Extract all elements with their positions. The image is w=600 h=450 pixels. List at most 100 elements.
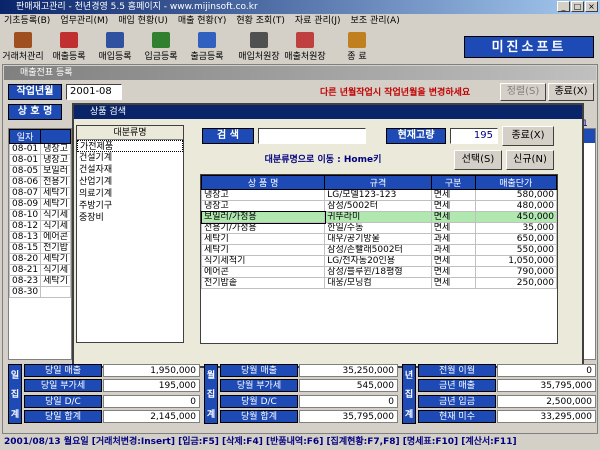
summary-side-label: 일집계 [8, 364, 22, 424]
table-cell: 보일러/가정용 [201, 210, 326, 224]
item-cell: 전기밥 [40, 242, 71, 254]
summary-value: 545,000 [299, 379, 398, 393]
category-item[interactable]: 산업기계 [77, 176, 183, 188]
list-item[interactable]: 08-09 세탁기 [8, 198, 71, 210]
close-window-button[interactable]: 종료(X) [548, 83, 594, 101]
table-cell: 전기밥솥 [201, 277, 326, 289]
select-button[interactable]: 선택(S) [454, 150, 502, 170]
day-cell: 08-13 [8, 231, 42, 243]
date-field[interactable]: 2001-08 [66, 84, 122, 100]
window-title: 매출전표 등록 [4, 66, 596, 80]
toolbar-button[interactable]: 거래처관리 [0, 30, 46, 62]
menu-item[interactable]: 매출 현황(Y) [178, 14, 227, 28]
category-item[interactable]: 주방기구 [77, 200, 183, 212]
summary-value: 35,795,000 [497, 379, 596, 393]
side-char: 월 [206, 371, 216, 382]
table-cell: LG/모델123-123 [324, 189, 432, 201]
day-cell: 08-21 [8, 264, 42, 276]
category-item[interactable]: 건설기계 [77, 152, 183, 164]
table-row[interactable]: 식기세척기 LG/전자동20인용 면세 1,050,000 [201, 255, 557, 267]
toolbar-icon [152, 32, 170, 48]
list-item[interactable]: 08-10 식기세 [8, 209, 71, 221]
table-row[interactable]: 전용기/가정용 한일/수동 면세 35,000 [201, 222, 557, 234]
menu-item[interactable]: 매입 현황(U) [118, 14, 168, 28]
list-item[interactable]: 08-15 전기밥 [8, 242, 71, 254]
dialog-close-button[interactable]: 종료(X) [502, 126, 554, 146]
item-cell: 냉장고 [40, 143, 71, 155]
menu-item[interactable]: 자료 관리(J) [295, 14, 341, 28]
item-cell: 에어콘 [40, 231, 71, 243]
column-header[interactable]: 규격 [324, 175, 432, 190]
search-input[interactable] [258, 128, 366, 144]
toolbar-button[interactable]: 출금등록 [184, 30, 230, 62]
side-char: 계 [404, 409, 414, 420]
date-label: 작업년월 [8, 84, 62, 100]
list-item[interactable]: 08-05 보일러 [8, 165, 71, 177]
table-row[interactable]: 에어콘 삼성/블루윈/18평형 면세 790,000 [201, 266, 557, 278]
summary-value: 0 [299, 394, 398, 408]
table-row[interactable]: 전기밥솥 대웅/모닝컴 면세 250,000 [201, 277, 557, 289]
new-button[interactable]: 신규(N) [506, 150, 554, 170]
toolbar-button[interactable]: 종 료 [334, 30, 380, 62]
toolbar-button[interactable]: 입금등록 [138, 30, 184, 62]
minimize-button[interactable]: _ [557, 1, 570, 12]
category-header: 대분류명 [77, 126, 183, 140]
list-item[interactable]: 08-20 세탁기 [8, 253, 71, 265]
toolbar-button[interactable]: 매입등록 [92, 30, 138, 62]
column-header[interactable]: 상 품 명 [201, 175, 326, 190]
column-header[interactable]: 매출단가 [474, 175, 557, 190]
category-item[interactable]: 의료기계 [77, 188, 183, 200]
sort-button[interactable]: 정렬(S) [500, 83, 546, 101]
summary-label: 당일 매출 [24, 364, 102, 377]
summary-value: 2,145,000 [103, 409, 200, 423]
menu-item[interactable]: 현황 조회(T) [236, 14, 285, 28]
list-item[interactable]: 08-01 냉장고 [8, 143, 71, 155]
column-header[interactable]: 구분 [430, 175, 476, 190]
list-item[interactable]: 08-13 에어콘 [8, 231, 71, 243]
maximize-button[interactable]: □ [571, 1, 584, 12]
stock-label: 현재고량 [386, 128, 446, 144]
list-item[interactable]: 08-30 [8, 286, 71, 298]
summary-value: 35,250,000 [299, 364, 398, 377]
toolbar-label: 매입등록 [98, 52, 132, 62]
summary-label: 당월 부가세 [220, 379, 298, 393]
table-row[interactable]: 냉장고 LG/모델123-123 면세 580,000 [201, 189, 557, 201]
menu-item[interactable]: 보조 관리(A) [351, 14, 400, 28]
menu-item[interactable]: 업무관리(M) [60, 14, 108, 28]
table-cell: 대우/공기방울 [324, 233, 432, 245]
summary-side-label: 년집계 [402, 364, 416, 424]
side-char: 집 [10, 390, 20, 401]
toolbar-button[interactable]: 매입처원장 [236, 30, 282, 62]
table-row[interactable]: 세탁기 대우/공기방울 과세 650,000 [201, 233, 557, 245]
category-item[interactable]: 건설자재 [77, 164, 183, 176]
table-cell: 귀뚜라미 [324, 211, 432, 223]
list-item[interactable]: 08-06 전용기 [8, 176, 71, 188]
table-row[interactable]: 세탁기 삼성/손빨래5002터 과세 550,000 [201, 244, 557, 256]
table-row[interactable]: 냉장고 삼성/5002터 면세 480,000 [201, 200, 557, 212]
summary-label: 전월 이월 [418, 364, 496, 377]
list-item[interactable]: 08-01 냉장고 [8, 154, 71, 166]
company-label: 상 호 명 [8, 104, 62, 120]
table-cell: 에어콘 [201, 266, 326, 278]
list-item[interactable]: 08-23 세탁기 [8, 275, 71, 287]
category-item[interactable]: 가전제품 [77, 140, 183, 152]
toolbar-button[interactable]: 매출등록 [46, 30, 92, 62]
item-cell: 식기세 [40, 209, 71, 221]
list-item[interactable]: 08-12 식기세 [8, 220, 71, 232]
table-cell: LG/전자동20인용 [324, 255, 432, 267]
day-cell: 08-01 [8, 143, 42, 155]
side-char: 계 [10, 409, 20, 420]
list-item[interactable]: 08-21 식기세 [8, 264, 71, 276]
menu-item[interactable]: 기초등록(B) [4, 14, 50, 28]
table-row[interactable]: 보일러/가정용 귀뚜라미 면세 450,000 [201, 210, 557, 224]
table-cell: 과세 [430, 233, 476, 245]
notice-text: 다른 년월작업시 작업년월을 변경하세요 [320, 88, 471, 98]
summary-value: 33,295,000 [497, 409, 596, 423]
toolbar-label: 매입처원장 [238, 52, 280, 62]
day-cell: 08-12 [8, 220, 42, 232]
list-item[interactable]: 08-07 세탁기 [8, 187, 71, 199]
summary-value: 2,500,000 [497, 394, 596, 408]
category-item[interactable]: 중장비 [77, 212, 183, 224]
toolbar-button[interactable]: 매출처원장 [282, 30, 328, 62]
close-button[interactable]: × [585, 1, 598, 12]
